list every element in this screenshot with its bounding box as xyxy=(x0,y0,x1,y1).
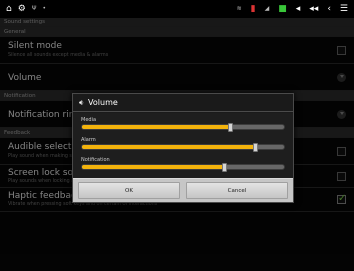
notification-icon: • xyxy=(42,5,47,12)
dialog-buttons: OK Cancel xyxy=(73,178,293,202)
slider-thumb[interactable] xyxy=(252,143,258,152)
wifi-icon: ≋ xyxy=(236,5,242,12)
media-volume-label: Media xyxy=(81,117,97,123)
media-volume-slider[interactable] xyxy=(81,123,285,132)
home-icon[interactable]: ⌂ xyxy=(6,4,12,14)
notification-volume-slider[interactable] xyxy=(81,163,285,172)
slider-fill xyxy=(82,145,256,149)
speaker-icon: 🔉︎ xyxy=(79,97,85,107)
volume-down-icon[interactable]: ◂ xyxy=(296,4,301,14)
settings-icon: ⚙ xyxy=(17,3,26,14)
slider-fill xyxy=(82,125,232,129)
usb-icon: Ψ xyxy=(31,5,37,12)
dialog-header: 🔉︎ Volume xyxy=(73,94,293,112)
cancel-button[interactable]: Cancel xyxy=(186,182,288,199)
slider-thumb[interactable] xyxy=(222,163,228,172)
alarm-volume-slider[interactable] xyxy=(81,143,285,152)
status-bar: ⌂ ⚙ Ψ • ≋ ▮ ◢ ■ ◂ ◂◂ ‹ ☰ xyxy=(0,0,354,18)
ok-button[interactable]: OK xyxy=(78,182,180,199)
volume-up-icon[interactable]: ◂◂ xyxy=(309,4,318,14)
volume-dialog: 🔉︎ Volume Media Alarm Notification OK Ca… xyxy=(72,93,294,203)
dialog-title: Volume xyxy=(88,98,118,107)
alarm-volume-label: Alarm xyxy=(81,137,96,143)
notification-volume-label: Notification xyxy=(81,157,110,163)
slider-thumb[interactable] xyxy=(228,123,234,132)
slider-fill xyxy=(82,165,226,169)
battery-icon: ▮ xyxy=(250,3,256,14)
signal-icon: ◢ xyxy=(264,5,270,12)
menu-icon[interactable]: ☰ xyxy=(340,4,348,14)
dialog-body: Media Alarm Notification xyxy=(73,113,293,180)
back-icon[interactable]: ‹ xyxy=(327,4,331,14)
status-indicator-icon: ■ xyxy=(278,3,287,14)
